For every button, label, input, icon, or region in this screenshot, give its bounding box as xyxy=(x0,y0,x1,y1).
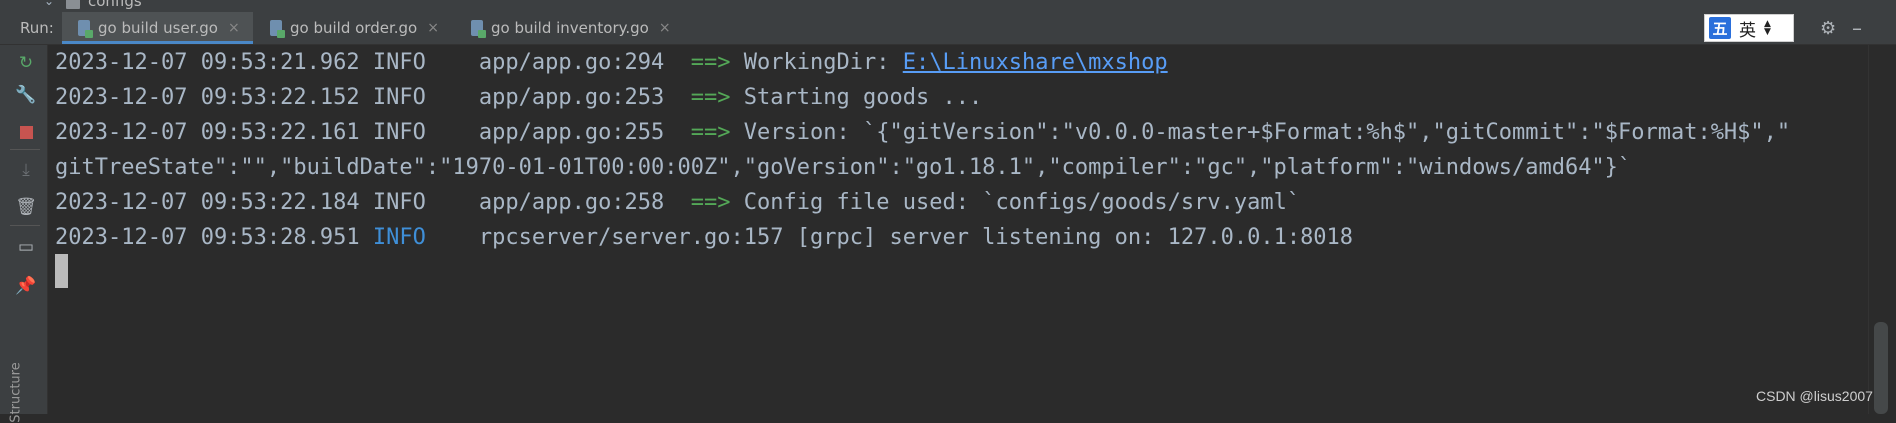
go-file-icon xyxy=(78,20,93,38)
ime-arrows-icon[interactable]: ▲ ▼ xyxy=(1764,20,1771,37)
log-level: INFO xyxy=(372,190,426,215)
log-level: INFO xyxy=(372,85,426,110)
log-arrow: ==> xyxy=(690,120,731,145)
rerun-icon[interactable]: ↻ xyxy=(16,53,36,73)
log-message-continuation: gitTreeState":"","buildDate":"1970-01-01… xyxy=(55,155,1632,180)
tab-label: go build user.go xyxy=(98,19,218,37)
log-line: 2023-12-07 09:53:22.152 INFO app/app.go:… xyxy=(55,80,982,115)
folder-icon xyxy=(66,0,80,9)
watermark: CSDN @lisus2007 xyxy=(1756,388,1873,404)
log-date: 2023-12-07 09:53:22.161 xyxy=(55,120,360,145)
tab-user-go[interactable]: go build user.go × xyxy=(62,12,253,44)
tab-label: go build inventory.go xyxy=(491,19,649,37)
close-icon[interactable]: × xyxy=(659,20,671,36)
log-date: 2023-12-07 09:53:22.152 xyxy=(55,85,360,110)
log-line-continuation: gitTreeState":"","buildDate":"1970-01-01… xyxy=(55,150,1631,185)
log-level: INFO xyxy=(372,50,426,75)
log-level: INFO xyxy=(372,225,426,250)
pin-icon[interactable]: 📌 xyxy=(15,276,36,296)
tree-item-label[interactable]: configs xyxy=(88,0,142,10)
ime-widget[interactable]: 五 英 ▲ ▼ xyxy=(1704,14,1794,42)
log-line: 2023-12-07 09:53:22.161 INFO app/app.go:… xyxy=(55,115,1790,150)
toolbar-separator xyxy=(10,149,40,150)
project-tree-row[interactable]: ⌄ configs xyxy=(0,0,1896,12)
log-line: 2023-12-07 09:53:28.951 INFO rpcserver/s… xyxy=(55,220,1353,255)
log-date: 2023-12-07 09:53:21.962 xyxy=(55,50,360,75)
log-arrow: ==> xyxy=(690,85,731,110)
layout-icon[interactable]: ▭ xyxy=(16,237,36,257)
console-output[interactable]: 2023-12-07 09:53:21.962 INFO app/app.go:… xyxy=(49,45,1867,414)
run-tab-bar: Run: go build user.go × go build order.g… xyxy=(0,12,1896,45)
log-level: INFO xyxy=(372,120,426,145)
minimize-icon[interactable]: – xyxy=(1852,16,1862,40)
ime-mode-icon[interactable]: 五 xyxy=(1709,17,1731,39)
tab-order-go[interactable]: go build order.go × xyxy=(254,12,448,44)
log-source: app/app.go:253 xyxy=(478,85,665,110)
log-line: 2023-12-07 09:53:22.184 INFO app/app.go:… xyxy=(55,185,1300,220)
stop-icon[interactable] xyxy=(16,122,36,142)
log-message: [grpc] server listening on: 127.0.0.1:80… xyxy=(796,225,1354,250)
gear-icon[interactable]: ⚙ xyxy=(1820,18,1836,39)
log-arrow: ==> xyxy=(690,190,731,215)
run-label: Run: xyxy=(20,19,54,37)
scrollbar-thumb[interactable] xyxy=(1874,322,1888,414)
log-source: app/app.go:258 xyxy=(478,190,665,215)
log-source: app/app.go:294 xyxy=(478,50,665,75)
log-date: 2023-12-07 09:53:22.184 xyxy=(55,190,360,215)
log-source: app/app.go:255 xyxy=(478,120,665,145)
wrench-icon[interactable]: 🔧 xyxy=(15,85,36,105)
chevron-down-icon[interactable]: ⌄ xyxy=(44,0,54,8)
tab-label: go build order.go xyxy=(290,19,418,37)
tab-inventory-go[interactable]: go build inventory.go × xyxy=(455,12,685,44)
close-icon[interactable]: × xyxy=(228,20,240,36)
go-file-icon xyxy=(270,20,285,38)
log-source: rpcserver/server.go:157 xyxy=(478,225,784,250)
log-message: Config file used: `configs/goods/srv.yam… xyxy=(743,190,1301,215)
log-date: 2023-12-07 09:53:28.951 xyxy=(55,225,360,250)
scroll-to-end-icon[interactable]: ⤓ xyxy=(16,160,36,180)
log-message: Version: `{"gitVersion":"v0.0.0-master+$… xyxy=(743,120,1791,145)
workingdir-link[interactable]: E:\Linuxshare\mxshop xyxy=(903,50,1168,75)
log-arrow: ==> xyxy=(690,50,731,75)
go-file-icon xyxy=(471,20,486,38)
input-caret[interactable] xyxy=(55,254,68,288)
trash-icon[interactable]: 🗑 xyxy=(15,197,37,217)
log-message: WorkingDir: xyxy=(743,50,903,75)
ime-language-toggle[interactable]: 英 xyxy=(1739,16,1756,41)
log-message: Starting goods ... xyxy=(743,85,983,110)
run-toolbar: ↻ 🔧 ⤓ 🗑 ▭ 📌 Structure xyxy=(0,45,48,423)
close-icon[interactable]: × xyxy=(427,20,439,36)
log-line: 2023-12-07 09:53:21.962 INFO app/app.go:… xyxy=(55,45,1168,80)
toolbar-separator xyxy=(10,225,40,226)
